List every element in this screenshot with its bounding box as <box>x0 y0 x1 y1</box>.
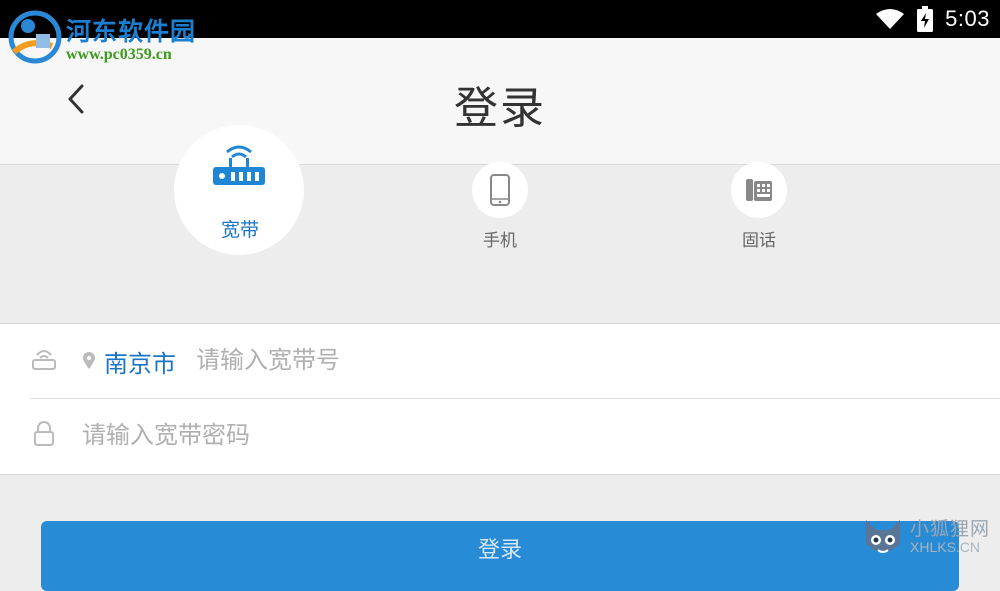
tab-broadband[interactable]: 宽带 <box>174 125 306 255</box>
broadband-account-input[interactable] <box>196 338 936 382</box>
tab-broadband-label: 宽带 <box>220 219 259 241</box>
login-form: 南京市 <box>0 323 1000 475</box>
tab-landline[interactable]: 固话 <box>729 162 789 251</box>
watermark-bottom-cn: 小狐狸网 <box>910 518 991 540</box>
status-icons: 5:03 <box>875 0 990 38</box>
login-button-label: 登录 <box>477 538 522 563</box>
broadband-password-input[interactable] <box>82 413 942 457</box>
watermark-title: 河东软件园 <box>66 17 197 46</box>
lock-icon <box>34 421 54 446</box>
watermark-bottom: 小狐狸网 XHLKS.CN <box>860 512 1000 562</box>
mobile-circle <box>472 162 528 218</box>
watermark-url: www.pc0359.cn <box>66 46 172 63</box>
password-row <box>0 399 1000 473</box>
status-time: 5:03 <box>945 6 990 31</box>
city-selector[interactable]: 南京市 <box>104 344 176 379</box>
router-icon <box>213 145 265 185</box>
page-title: 登录 <box>454 83 546 134</box>
tab-landline-label: 固话 <box>742 231 776 251</box>
tab-mobile[interactable]: 手机 <box>470 162 530 251</box>
wifi-icon <box>876 9 905 29</box>
watermark-bottom-en: XHLKS.CN <box>910 539 981 555</box>
landline-phone-icon <box>746 179 772 201</box>
watermark-logo <box>8 10 62 64</box>
mobile-phone-icon <box>490 174 510 206</box>
fox-logo-icon <box>866 520 900 553</box>
login-button[interactable]: 登录 <box>41 521 959 591</box>
landline-circle <box>731 162 787 218</box>
account-row: 南京市 <box>0 324 1000 399</box>
broadband-account-icon <box>32 350 56 370</box>
battery-icon <box>917 6 934 32</box>
tab-mobile-label: 手机 <box>483 231 517 251</box>
location-pin-icon <box>83 352 95 369</box>
